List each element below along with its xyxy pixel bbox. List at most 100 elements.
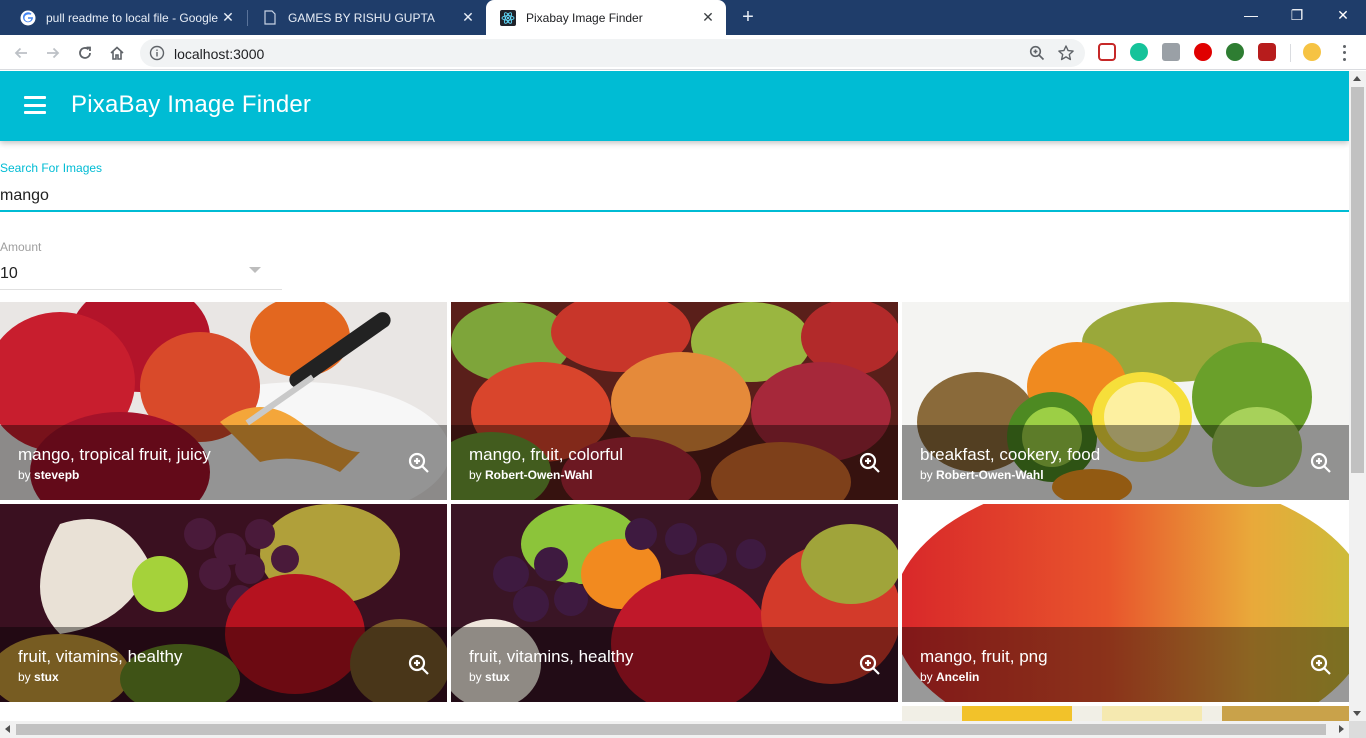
browser-tab-strip: pull readme to local file - Google ✕ GAM… [0,0,1366,35]
tile-author: by stevepb [18,468,79,482]
app-bar: PixaBay Image Finder [0,71,1349,141]
menu-icon[interactable] [24,96,46,114]
image-tile[interactable]: mango, tropical fruit, juicy by stevepb [0,302,447,500]
scroll-right-icon[interactable] [1339,725,1344,733]
page-viewport: PixaBay Image Finder Search For Images m… [0,71,1349,721]
image-tile[interactable]: mango, fruit, colorful by Robert-Owen-Wa… [451,302,898,500]
author-name: stevepb [34,468,80,482]
bookmark-star-icon[interactable] [1057,44,1075,62]
image-tile[interactable]: mango, fruit, png by Ancelin [902,504,1349,702]
image-tile[interactable]: fruit, vitamins, healthy by stux [0,504,447,702]
tile-caption-bar: mango, fruit, colorful by Robert-Owen-Wa… [451,425,898,500]
tab-games[interactable]: GAMES BY RISHU GUPTA ✕ [248,0,486,35]
forward-arrow-icon [47,47,60,59]
tile-caption-bar: fruit, vitamins, healthy by stux [451,627,898,702]
tile-author: by Robert-Owen-Wahl [469,468,593,482]
new-tab-button[interactable]: + [736,4,760,30]
tab-title: Pixabay Image Finder [526,10,643,25]
address-bar[interactable]: localhost:3000 [140,39,1085,67]
tile-tags: fruit, vitamins, healthy [18,647,183,666]
back-arrow-icon [14,47,27,59]
author-name: Ancelin [936,670,980,684]
scroll-down-icon[interactable] [1353,711,1361,716]
tile-tags: breakfast, cookery, food [920,445,1101,464]
tile-tags: mango, fruit, colorful [469,445,624,464]
search-label: Search For Images [0,161,103,175]
url-text[interactable]: localhost:3000 [174,46,264,62]
zoom-in-icon[interactable] [1309,451,1333,475]
app-title: PixaBay Image Finder [71,91,312,118]
author-name: Robert-Owen-Wahl [485,468,593,482]
amount-select[interactable]: 10 [0,265,18,283]
react-icon [500,9,516,26]
minimize-button[interactable]: — [1228,0,1274,30]
tab-title: pull readme to local file - Google [46,10,218,25]
horizontal-scrollbar[interactable] [0,721,1349,738]
info-icon[interactable] [149,45,165,61]
zoom-in-icon[interactable] [858,451,882,475]
by-prefix: by [469,468,486,482]
search-input[interactable]: mango [0,187,49,205]
by-prefix: by [18,670,35,684]
tab-close-icon[interactable]: ✕ [458,9,478,26]
adblock-extension-icon[interactable] [1194,43,1212,61]
tab-close-icon[interactable]: ✕ [218,9,238,26]
zoom-in-icon[interactable] [1309,653,1333,677]
by-prefix: by [920,468,937,482]
browser-menu-icon[interactable] [1336,43,1352,63]
amount-label: Amount [0,240,42,254]
by-prefix: by [469,670,486,684]
document-icon [262,10,278,26]
author-name: Robert-Owen-Wahl [936,468,1044,482]
tile-caption-bar: mango, tropical fruit, juicy by stevepb [0,425,447,500]
home-button[interactable] [104,40,130,66]
zoom-in-icon[interactable] [858,653,882,677]
zoom-icon[interactable] [1029,45,1045,61]
scroll-left-icon[interactable] [5,725,10,733]
tab-close-icon[interactable]: ✕ [698,9,718,26]
search-underline [0,210,1349,212]
dropdown-arrow-icon[interactable] [249,267,261,273]
author-name: stux [485,670,510,684]
image-tile[interactable]: fruit, vitamins, healthy by stux [451,504,898,702]
vertical-scrollbar[interactable] [1349,71,1366,721]
tile-author: by stux [469,670,510,684]
tab-pixabay[interactable]: Pixabay Image Finder ✕ [486,0,726,35]
tab-google-search[interactable]: pull readme to local file - Google ✕ [6,0,246,35]
grammarly-extension-icon[interactable] [1130,43,1148,61]
fruit-photo [902,706,1349,721]
profile-avatar[interactable] [1303,43,1321,61]
by-prefix: by [920,670,937,684]
tile-caption-bar: fruit, vitamins, healthy by stux [0,627,447,702]
author-name: stux [34,670,59,684]
zoom-in-icon[interactable] [407,451,431,475]
home-icon [110,46,124,60]
picture-extension-icon[interactable] [1258,43,1276,61]
tile-caption-bar: mango, fruit, png by Ancelin [902,627,1349,702]
tab-title: GAMES BY RISHU GUPTA [288,10,435,25]
by-prefix: by [18,468,35,482]
camera-extension-icon[interactable] [1162,43,1180,61]
zoom-in-icon[interactable] [407,653,431,677]
tile-author: by Robert-Owen-Wahl [920,468,1044,482]
scroll-up-icon[interactable] [1353,76,1361,81]
globe-extension-icon[interactable] [1226,43,1244,61]
window-close-button[interactable]: ✕ [1320,0,1366,30]
scrollbar-thumb[interactable] [16,724,1326,735]
scrollbar-thumb[interactable] [1351,87,1364,473]
image-tile[interactable] [902,706,1349,721]
tile-tags: fruit, vitamins, healthy [469,647,634,666]
tile-author: by stux [18,670,59,684]
browser-toolbar: localhost:3000 [0,35,1366,70]
reload-button[interactable] [72,40,98,66]
tile-tags: mango, fruit, png [920,647,1048,666]
image-tile[interactable]: breakfast, cookery, food by Robert-Owen-… [902,302,1349,500]
forward-button[interactable] [40,40,66,66]
back-button[interactable] [8,40,34,66]
restore-button[interactable]: ❐ [1274,0,1320,30]
tile-author: by Ancelin [920,670,979,684]
google-icon [20,10,36,26]
toolbar-divider [1290,44,1291,62]
pocket-extension-icon[interactable] [1098,43,1116,61]
tile-tags: mango, tropical fruit, juicy [18,445,211,464]
